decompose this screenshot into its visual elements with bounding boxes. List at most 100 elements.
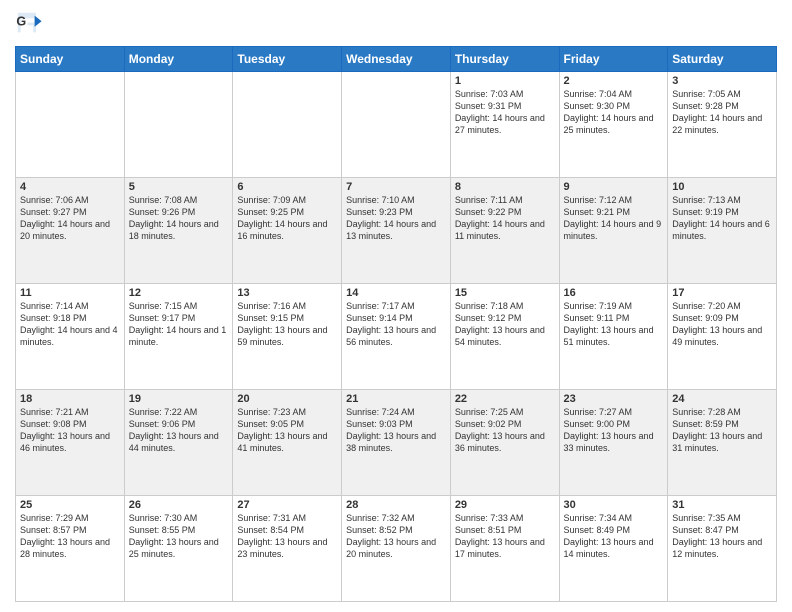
day-number: 2 bbox=[564, 75, 664, 87]
day-number: 11 bbox=[20, 287, 120, 299]
day-number: 16 bbox=[564, 287, 664, 299]
day-cell: 23Sunrise: 7:27 AM Sunset: 9:00 PM Dayli… bbox=[559, 390, 668, 496]
calendar-table: SundayMondayTuesdayWednesdayThursdayFrid… bbox=[15, 46, 777, 602]
day-info: Sunrise: 7:19 AM Sunset: 9:11 PM Dayligh… bbox=[564, 300, 664, 349]
day-cell: 29Sunrise: 7:33 AM Sunset: 8:51 PM Dayli… bbox=[450, 496, 559, 602]
day-info: Sunrise: 7:34 AM Sunset: 8:49 PM Dayligh… bbox=[564, 512, 664, 561]
day-info: Sunrise: 7:35 AM Sunset: 8:47 PM Dayligh… bbox=[672, 512, 772, 561]
week-row-0: 1Sunrise: 7:03 AM Sunset: 9:31 PM Daylig… bbox=[16, 72, 777, 178]
header: G bbox=[15, 10, 777, 38]
day-number: 31 bbox=[672, 499, 772, 511]
calendar-header: SundayMondayTuesdayWednesdayThursdayFrid… bbox=[16, 47, 777, 72]
week-row-2: 11Sunrise: 7:14 AM Sunset: 9:18 PM Dayli… bbox=[16, 284, 777, 390]
day-cell: 20Sunrise: 7:23 AM Sunset: 9:05 PM Dayli… bbox=[233, 390, 342, 496]
day-number: 17 bbox=[672, 287, 772, 299]
day-cell: 28Sunrise: 7:32 AM Sunset: 8:52 PM Dayli… bbox=[342, 496, 451, 602]
day-header-tuesday: Tuesday bbox=[233, 47, 342, 72]
day-info: Sunrise: 7:23 AM Sunset: 9:05 PM Dayligh… bbox=[237, 406, 337, 455]
day-info: Sunrise: 7:06 AM Sunset: 9:27 PM Dayligh… bbox=[20, 194, 120, 243]
day-number: 3 bbox=[672, 75, 772, 87]
day-cell bbox=[16, 72, 125, 178]
day-number: 26 bbox=[129, 499, 229, 511]
day-cell: 27Sunrise: 7:31 AM Sunset: 8:54 PM Dayli… bbox=[233, 496, 342, 602]
week-row-3: 18Sunrise: 7:21 AM Sunset: 9:08 PM Dayli… bbox=[16, 390, 777, 496]
day-info: Sunrise: 7:14 AM Sunset: 9:18 PM Dayligh… bbox=[20, 300, 120, 349]
day-info: Sunrise: 7:18 AM Sunset: 9:12 PM Dayligh… bbox=[455, 300, 555, 349]
day-header-sunday: Sunday bbox=[16, 47, 125, 72]
day-cell: 15Sunrise: 7:18 AM Sunset: 9:12 PM Dayli… bbox=[450, 284, 559, 390]
day-number: 27 bbox=[237, 499, 337, 511]
day-cell: 10Sunrise: 7:13 AM Sunset: 9:19 PM Dayli… bbox=[668, 178, 777, 284]
day-number: 9 bbox=[564, 181, 664, 193]
day-number: 25 bbox=[20, 499, 120, 511]
day-info: Sunrise: 7:04 AM Sunset: 9:30 PM Dayligh… bbox=[564, 88, 664, 137]
day-info: Sunrise: 7:11 AM Sunset: 9:22 PM Dayligh… bbox=[455, 194, 555, 243]
day-info: Sunrise: 7:08 AM Sunset: 9:26 PM Dayligh… bbox=[129, 194, 229, 243]
day-cell: 25Sunrise: 7:29 AM Sunset: 8:57 PM Dayli… bbox=[16, 496, 125, 602]
day-info: Sunrise: 7:05 AM Sunset: 9:28 PM Dayligh… bbox=[672, 88, 772, 137]
day-info: Sunrise: 7:03 AM Sunset: 9:31 PM Dayligh… bbox=[455, 88, 555, 137]
day-number: 18 bbox=[20, 393, 120, 405]
day-number: 28 bbox=[346, 499, 446, 511]
day-header-friday: Friday bbox=[559, 47, 668, 72]
day-info: Sunrise: 7:32 AM Sunset: 8:52 PM Dayligh… bbox=[346, 512, 446, 561]
day-cell: 31Sunrise: 7:35 AM Sunset: 8:47 PM Dayli… bbox=[668, 496, 777, 602]
day-cell: 9Sunrise: 7:12 AM Sunset: 9:21 PM Daylig… bbox=[559, 178, 668, 284]
day-number: 14 bbox=[346, 287, 446, 299]
day-info: Sunrise: 7:17 AM Sunset: 9:14 PM Dayligh… bbox=[346, 300, 446, 349]
day-cell: 6Sunrise: 7:09 AM Sunset: 9:25 PM Daylig… bbox=[233, 178, 342, 284]
day-cell: 3Sunrise: 7:05 AM Sunset: 9:28 PM Daylig… bbox=[668, 72, 777, 178]
day-cell: 22Sunrise: 7:25 AM Sunset: 9:02 PM Dayli… bbox=[450, 390, 559, 496]
day-header-row: SundayMondayTuesdayWednesdayThursdayFrid… bbox=[16, 47, 777, 72]
day-cell: 2Sunrise: 7:04 AM Sunset: 9:30 PM Daylig… bbox=[559, 72, 668, 178]
day-number: 29 bbox=[455, 499, 555, 511]
page: G SundayMondayTuesdayWednesdayThursdayFr… bbox=[0, 0, 792, 612]
day-cell: 11Sunrise: 7:14 AM Sunset: 9:18 PM Dayli… bbox=[16, 284, 125, 390]
day-info: Sunrise: 7:30 AM Sunset: 8:55 PM Dayligh… bbox=[129, 512, 229, 561]
week-row-4: 25Sunrise: 7:29 AM Sunset: 8:57 PM Dayli… bbox=[16, 496, 777, 602]
logo-icon: G bbox=[15, 10, 43, 38]
day-info: Sunrise: 7:10 AM Sunset: 9:23 PM Dayligh… bbox=[346, 194, 446, 243]
day-cell: 26Sunrise: 7:30 AM Sunset: 8:55 PM Dayli… bbox=[124, 496, 233, 602]
day-info: Sunrise: 7:31 AM Sunset: 8:54 PM Dayligh… bbox=[237, 512, 337, 561]
day-number: 22 bbox=[455, 393, 555, 405]
day-cell: 19Sunrise: 7:22 AM Sunset: 9:06 PM Dayli… bbox=[124, 390, 233, 496]
day-number: 23 bbox=[564, 393, 664, 405]
day-cell: 18Sunrise: 7:21 AM Sunset: 9:08 PM Dayli… bbox=[16, 390, 125, 496]
day-number: 5 bbox=[129, 181, 229, 193]
day-number: 4 bbox=[20, 181, 120, 193]
day-cell: 17Sunrise: 7:20 AM Sunset: 9:09 PM Dayli… bbox=[668, 284, 777, 390]
day-info: Sunrise: 7:25 AM Sunset: 9:02 PM Dayligh… bbox=[455, 406, 555, 455]
day-info: Sunrise: 7:22 AM Sunset: 9:06 PM Dayligh… bbox=[129, 406, 229, 455]
day-number: 30 bbox=[564, 499, 664, 511]
day-info: Sunrise: 7:33 AM Sunset: 8:51 PM Dayligh… bbox=[455, 512, 555, 561]
day-cell: 13Sunrise: 7:16 AM Sunset: 9:15 PM Dayli… bbox=[233, 284, 342, 390]
day-header-saturday: Saturday bbox=[668, 47, 777, 72]
day-cell: 1Sunrise: 7:03 AM Sunset: 9:31 PM Daylig… bbox=[450, 72, 559, 178]
day-header-monday: Monday bbox=[124, 47, 233, 72]
day-cell: 24Sunrise: 7:28 AM Sunset: 8:59 PM Dayli… bbox=[668, 390, 777, 496]
day-info: Sunrise: 7:21 AM Sunset: 9:08 PM Dayligh… bbox=[20, 406, 120, 455]
day-info: Sunrise: 7:13 AM Sunset: 9:19 PM Dayligh… bbox=[672, 194, 772, 243]
day-number: 6 bbox=[237, 181, 337, 193]
day-number: 8 bbox=[455, 181, 555, 193]
day-number: 10 bbox=[672, 181, 772, 193]
week-row-1: 4Sunrise: 7:06 AM Sunset: 9:27 PM Daylig… bbox=[16, 178, 777, 284]
day-number: 24 bbox=[672, 393, 772, 405]
day-number: 1 bbox=[455, 75, 555, 87]
day-header-thursday: Thursday bbox=[450, 47, 559, 72]
day-number: 7 bbox=[346, 181, 446, 193]
day-info: Sunrise: 7:28 AM Sunset: 8:59 PM Dayligh… bbox=[672, 406, 772, 455]
day-cell: 16Sunrise: 7:19 AM Sunset: 9:11 PM Dayli… bbox=[559, 284, 668, 390]
day-info: Sunrise: 7:20 AM Sunset: 9:09 PM Dayligh… bbox=[672, 300, 772, 349]
day-cell: 8Sunrise: 7:11 AM Sunset: 9:22 PM Daylig… bbox=[450, 178, 559, 284]
day-number: 21 bbox=[346, 393, 446, 405]
day-info: Sunrise: 7:29 AM Sunset: 8:57 PM Dayligh… bbox=[20, 512, 120, 561]
day-info: Sunrise: 7:12 AM Sunset: 9:21 PM Dayligh… bbox=[564, 194, 664, 243]
day-header-wednesday: Wednesday bbox=[342, 47, 451, 72]
day-info: Sunrise: 7:15 AM Sunset: 9:17 PM Dayligh… bbox=[129, 300, 229, 349]
day-info: Sunrise: 7:16 AM Sunset: 9:15 PM Dayligh… bbox=[237, 300, 337, 349]
day-cell: 4Sunrise: 7:06 AM Sunset: 9:27 PM Daylig… bbox=[16, 178, 125, 284]
day-cell: 5Sunrise: 7:08 AM Sunset: 9:26 PM Daylig… bbox=[124, 178, 233, 284]
day-number: 15 bbox=[455, 287, 555, 299]
